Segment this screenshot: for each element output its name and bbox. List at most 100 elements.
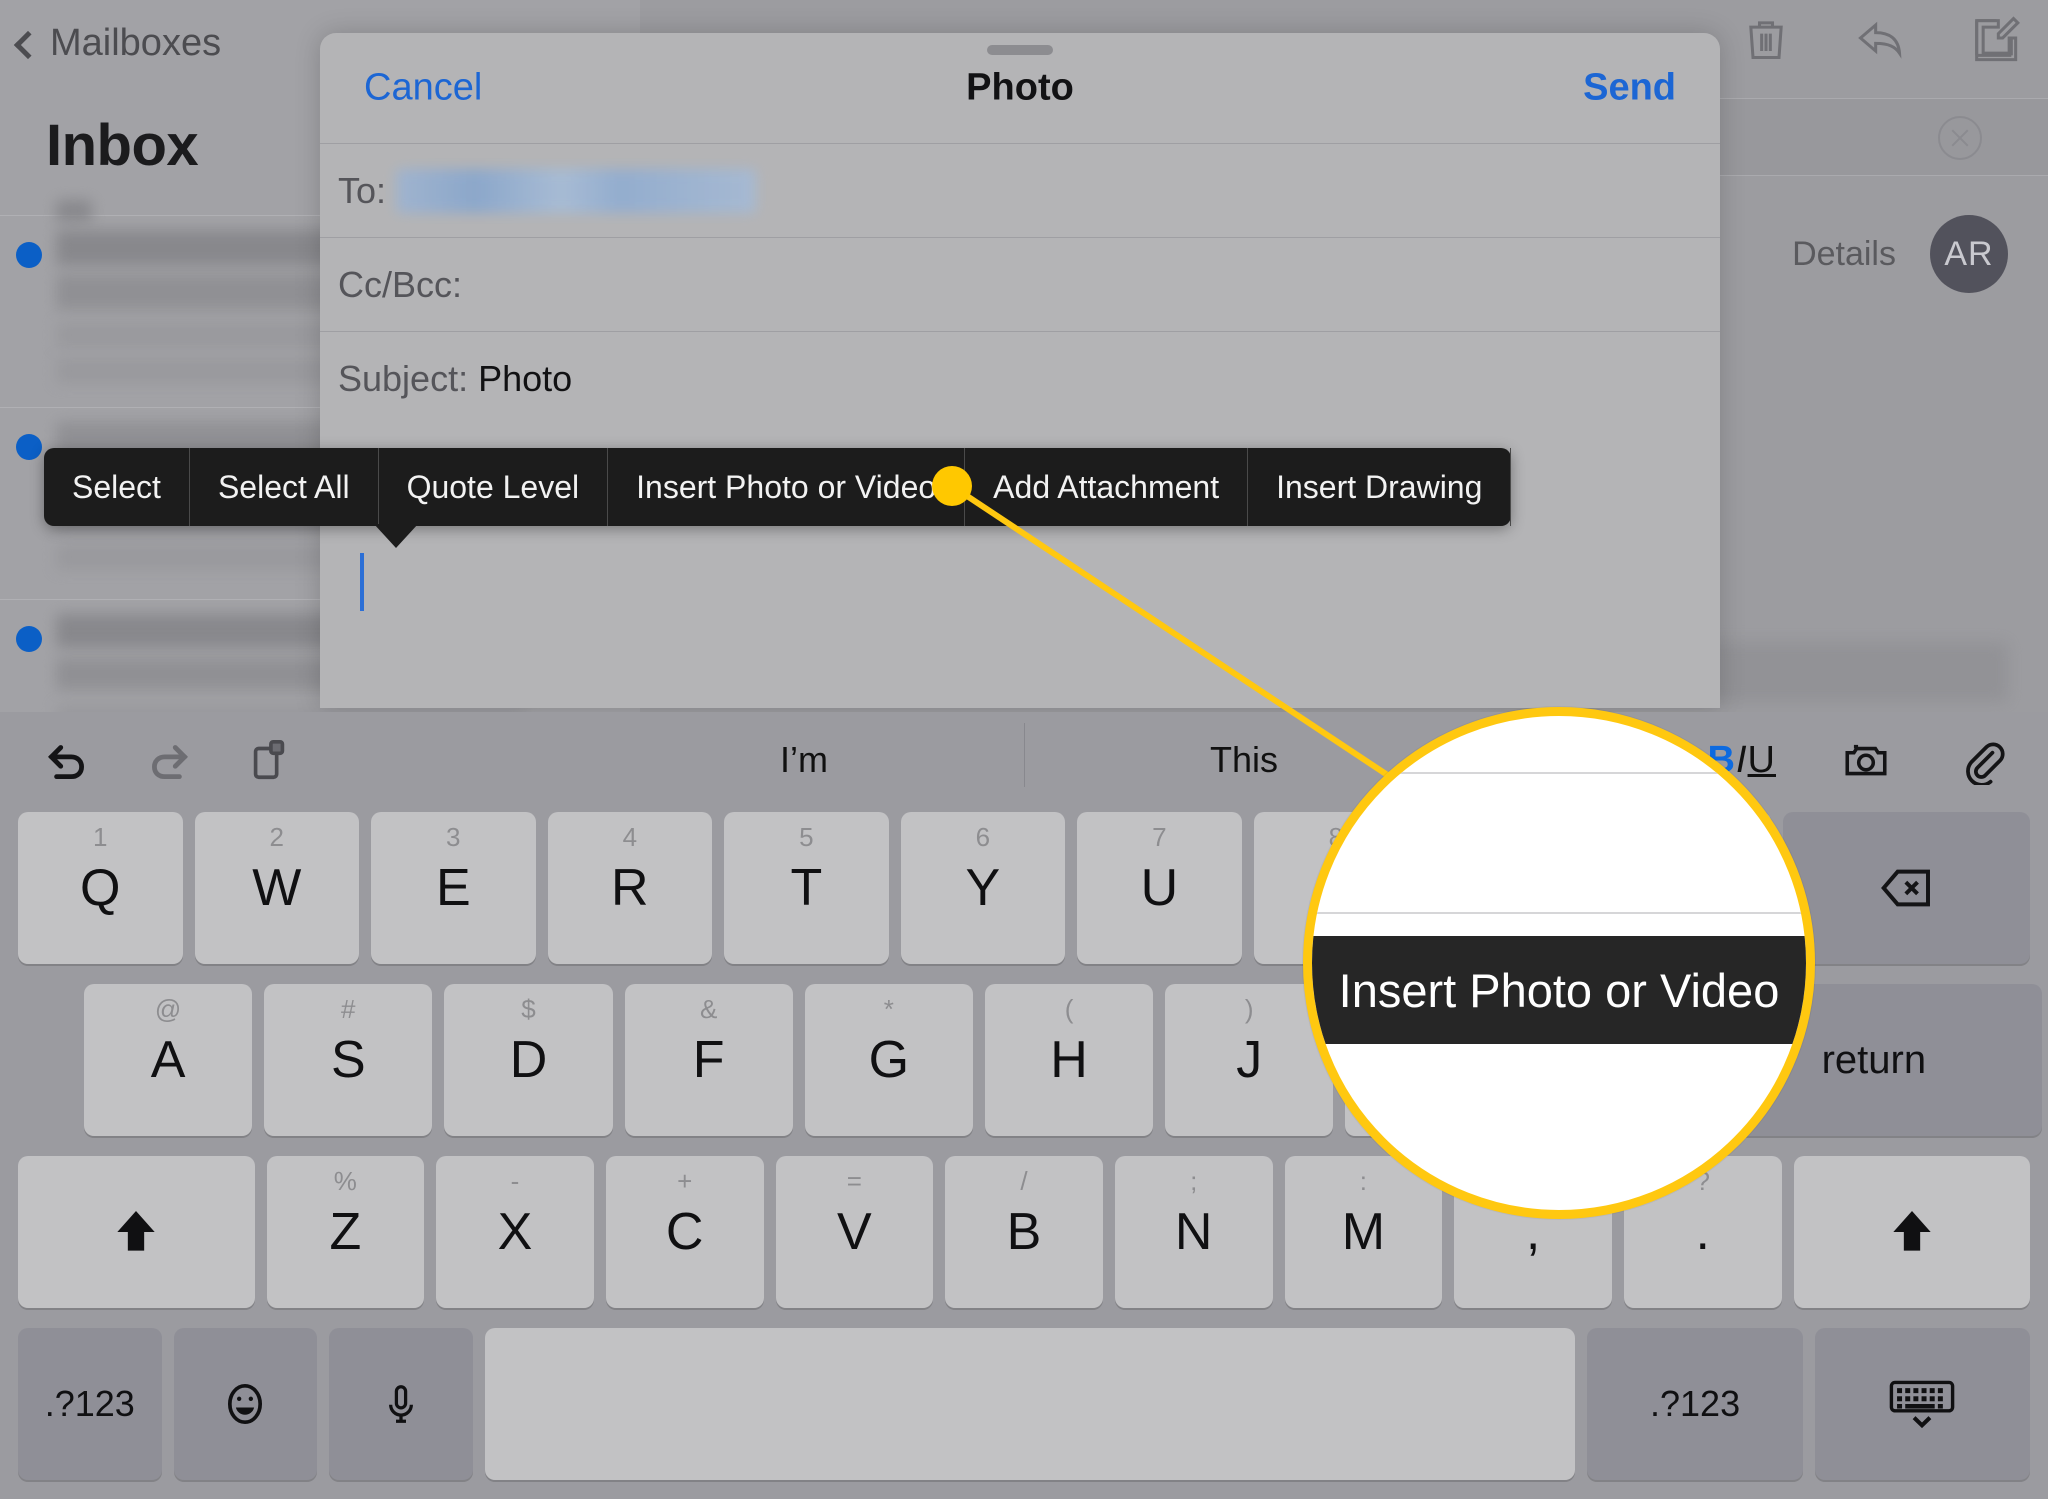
- magnified-menu-item: Insert Photo or Video: [1312, 936, 1806, 1044]
- to-field-row[interactable]: To:: [320, 143, 1720, 237]
- key-e[interactable]: 3E: [371, 812, 536, 964]
- key-label: G: [868, 1031, 910, 1089]
- cc-bcc-label: Cc/Bcc:: [338, 263, 463, 305]
- key-q[interactable]: 1Q: [18, 812, 183, 964]
- back-to-mailboxes-button[interactable]: Mailboxes: [13, 22, 222, 65]
- key-label: X: [497, 1203, 533, 1261]
- space-key[interactable]: [484, 1328, 1576, 1480]
- key-label: T: [790, 859, 823, 917]
- key-f[interactable]: & F: [624, 984, 793, 1136]
- key-label: W: [252, 859, 302, 917]
- context-menu-item-insert-photo-or-video[interactable]: Insert Photo or Video: [608, 448, 966, 526]
- camera-icon[interactable]: [1838, 735, 1894, 785]
- context-menu-item-quote-level[interactable]: Quote Level: [379, 448, 609, 526]
- key-hint: 2: [269, 822, 284, 852]
- key-hint: 3: [446, 822, 461, 852]
- text-caret: [360, 553, 364, 611]
- key-hint: $: [521, 994, 536, 1024]
- text-context-menu: Select Select All Quote Level Insert Pho…: [44, 448, 1512, 548]
- key-h[interactable]: (H: [984, 984, 1154, 1136]
- key-r[interactable]: 4R: [547, 812, 713, 964]
- keyboard-toolbar-right: BIU: [1708, 735, 2006, 785]
- key-g[interactable]: * G: [804, 984, 973, 1136]
- cancel-button[interactable]: Cancel: [364, 67, 482, 110]
- key-x[interactable]: -X: [436, 1156, 594, 1308]
- shift-key-left[interactable]: [18, 1156, 255, 1308]
- message-details-row: Details AR: [1792, 215, 2008, 293]
- ipad-mail-screen: Mailboxes Inbox Details AR Cancel Photo …: [0, 0, 2048, 1499]
- key-label: .?123: [44, 1383, 135, 1424]
- keyboard-row-4: .?123 .?123: [0, 1324, 2048, 1496]
- keyboard-row-3: %Z -X +C =V /B ;N :M !, ?.: [0, 1152, 2048, 1324]
- key-hint: +: [677, 1166, 693, 1196]
- key-b[interactable]: / B: [945, 1156, 1103, 1308]
- hide-keyboard-key[interactable]: [1814, 1328, 2031, 1480]
- paperclip-icon[interactable]: [1956, 735, 2006, 785]
- key-label: S: [330, 1031, 366, 1089]
- key-label: V: [837, 1203, 872, 1261]
- shift-key-right[interactable]: [1793, 1156, 2031, 1308]
- compose-sheet: Cancel Photo Send To: Cc/Bcc: Subject: P…: [320, 33, 1720, 708]
- key-label: D: [509, 1031, 548, 1089]
- key-label: Z: [329, 1203, 362, 1261]
- emoji-key[interactable]: [173, 1328, 318, 1480]
- callout-anchor-dot: [932, 466, 972, 506]
- reply-icon[interactable]: [1854, 12, 1906, 64]
- trash-icon[interactable]: [1740, 12, 1792, 64]
- chevron-left-icon: [13, 30, 43, 59]
- key-label: .?123: [1650, 1383, 1741, 1424]
- key-d[interactable]: $ D: [444, 984, 613, 1136]
- cc-bcc-field-row[interactable]: Cc/Bcc:: [320, 237, 1720, 331]
- key-y[interactable]: 6Y: [900, 812, 1066, 964]
- compose-navbar: Cancel Photo Send: [320, 33, 1720, 143]
- page-title: Inbox: [46, 113, 199, 178]
- key-label: N: [1174, 1203, 1213, 1261]
- send-button[interactable]: Send: [1583, 67, 1676, 110]
- back-label: Mailboxes: [50, 22, 222, 64]
- key-label: H: [1050, 1031, 1088, 1089]
- unread-dot: [16, 242, 42, 268]
- key-s[interactable]: # S: [264, 984, 433, 1136]
- key-hint: 4: [622, 822, 638, 852]
- context-menu-item-add-attachment[interactable]: Add Attachment: [965, 448, 1249, 526]
- key-hint: %: [333, 1166, 357, 1196]
- clear-icon[interactable]: [1938, 116, 1982, 160]
- key-t[interactable]: 5T: [724, 812, 889, 964]
- key-w[interactable]: 2W: [194, 812, 360, 964]
- key-hint: ;: [1190, 1166, 1198, 1196]
- key-n[interactable]: ; N: [1114, 1156, 1273, 1308]
- magnified-divider-top: [1312, 772, 1806, 774]
- key-hint: @: [154, 994, 182, 1024]
- microphone-key[interactable]: [329, 1328, 473, 1480]
- key-hint: (: [1064, 994, 1074, 1024]
- unread-dot: [16, 626, 42, 652]
- key-hint: -: [510, 1166, 520, 1196]
- compose-title: Photo: [966, 66, 1074, 109]
- numbers-key-left[interactable]: .?123: [18, 1328, 162, 1480]
- key-z[interactable]: % Z: [266, 1156, 425, 1308]
- key-m[interactable]: :M: [1284, 1156, 1443, 1308]
- subject-value: Photo: [478, 357, 573, 399]
- to-label: To:: [338, 169, 387, 211]
- backspace-key[interactable]: [1783, 812, 2030, 964]
- key-label: Y: [965, 859, 1001, 917]
- context-menu-item-insert-drawing[interactable]: Insert Drawing: [1248, 448, 1512, 526]
- key-label: E: [435, 859, 471, 917]
- key-label: F: [692, 1031, 725, 1089]
- to-recipient-token: [396, 168, 757, 213]
- key-v[interactable]: = V: [775, 1156, 934, 1308]
- key-label: A: [150, 1031, 186, 1089]
- compose-icon[interactable]: [1968, 12, 2020, 64]
- key-u[interactable]: 7U: [1077, 812, 1242, 964]
- numbers-key-right[interactable]: .?123: [1587, 1328, 1803, 1480]
- subject-field-row[interactable]: Subject: Photo: [320, 331, 1720, 425]
- key-hint: 6: [975, 822, 991, 852]
- unread-dot: [16, 434, 42, 460]
- context-menu-item-select-all[interactable]: Select All: [190, 448, 379, 526]
- key-a[interactable]: @ A: [84, 984, 253, 1136]
- key-c[interactable]: + C: [605, 1156, 764, 1308]
- details-label[interactable]: Details: [1792, 235, 1896, 274]
- context-menu-item-select[interactable]: Select: [44, 448, 190, 526]
- prediction-item-1[interactable]: I’m: [584, 739, 1024, 781]
- message-toolbar: [1740, 12, 2020, 64]
